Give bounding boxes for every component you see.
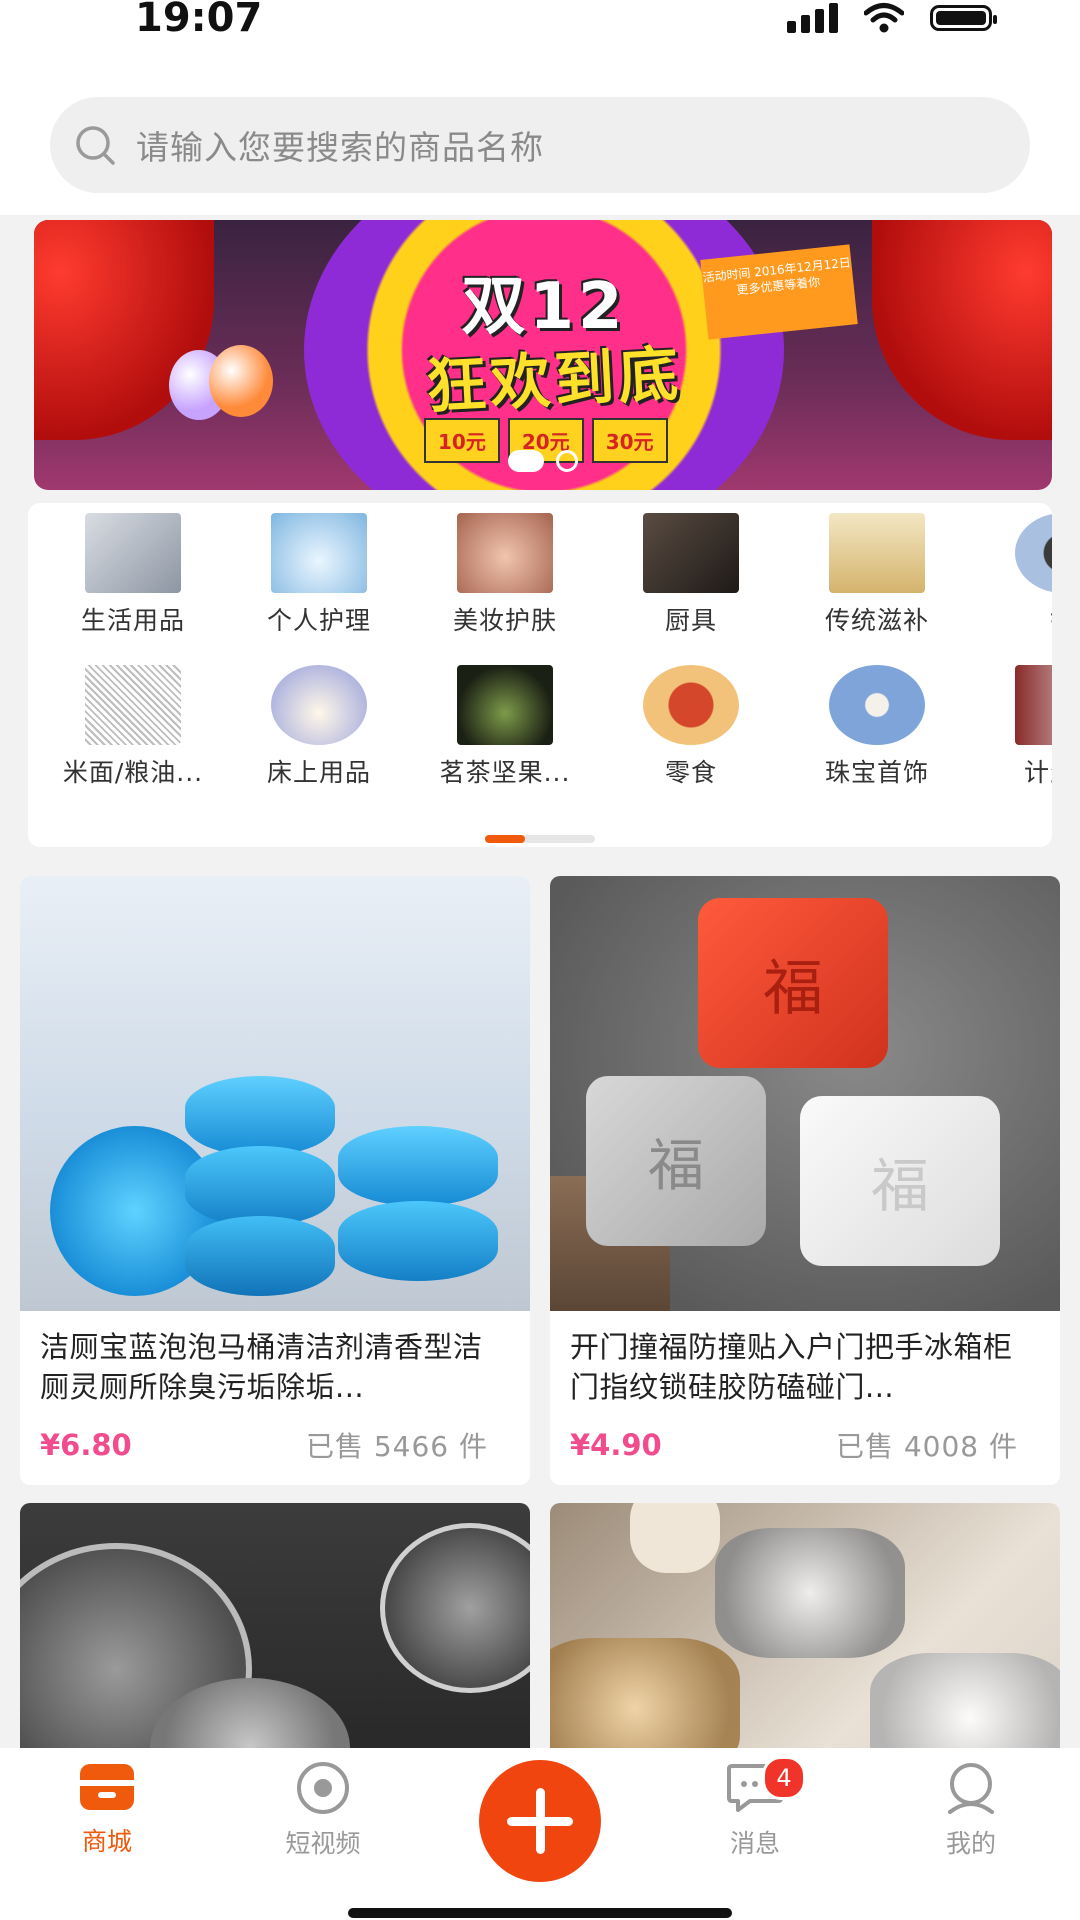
category-label: 珠宝首饰 bbox=[824, 758, 929, 787]
status-time: 19:07 bbox=[135, 0, 263, 41]
product-price: ¥4.90 bbox=[570, 1428, 662, 1462]
kitchenware-photo bbox=[643, 513, 739, 593]
video-icon bbox=[297, 1762, 349, 1814]
category-scroll-thumb bbox=[485, 835, 525, 843]
category-label: 传统滋补 bbox=[824, 606, 929, 635]
profile-icon bbox=[948, 1763, 994, 1814]
category-item[interactable]: 米面/粮油... bbox=[48, 665, 218, 789]
banner-curtain-right bbox=[872, 220, 1052, 440]
category-item[interactable]: 生活用品 bbox=[48, 513, 218, 637]
category-scroll-indicator bbox=[485, 835, 595, 843]
category-label: 计生用 bbox=[1023, 758, 1052, 787]
household-photo bbox=[85, 513, 181, 593]
message-badge: 4 bbox=[762, 1756, 806, 1800]
snack-photo bbox=[643, 665, 739, 745]
category-item[interactable]: 钟 bbox=[978, 513, 1052, 637]
product-card[interactable] bbox=[550, 1503, 1060, 1763]
shop-icon bbox=[80, 1764, 134, 1810]
product-footer: ¥4.90 已售 4008 件 bbox=[550, 1407, 1060, 1467]
tab-shop[interactable]: 商城 bbox=[42, 1762, 172, 1858]
status-icons bbox=[787, 2, 997, 34]
sketch-photo bbox=[85, 665, 181, 745]
category-label: 个人护理 bbox=[266, 606, 371, 635]
balloon-graphic bbox=[209, 345, 273, 417]
product-title: 洁厕宝蓝泡泡马桶清洁剂清香型洁厕灵厕所除臭污垢除垢... bbox=[40, 1330, 483, 1404]
category-label: 钟 bbox=[978, 601, 1052, 637]
category-item[interactable]: 传统滋补 bbox=[792, 513, 962, 637]
category-label: 厨具 bbox=[664, 606, 717, 635]
glass-knob-cover-photo bbox=[20, 1503, 530, 1763]
blue-toilet-cleaner-photo bbox=[20, 876, 530, 1311]
home-indicator[interactable] bbox=[348, 1908, 732, 1918]
product-card[interactable]: 洁厕宝蓝泡泡马桶清洁剂清香型洁厕灵厕所除臭污垢除垢... ¥6.80 已售 54… bbox=[20, 876, 530, 1485]
pagination-dot-active[interactable] bbox=[508, 450, 544, 472]
fu-door-stopper-photo: 福 福 福 bbox=[550, 876, 1060, 1311]
tab-label: 消息 bbox=[729, 1829, 780, 1858]
category-label: 零食 bbox=[664, 758, 717, 787]
category-item[interactable]: 个人护理 bbox=[234, 513, 404, 637]
tab-video[interactable]: 短视频 bbox=[258, 1762, 388, 1860]
category-item[interactable]: 厨具 bbox=[606, 513, 776, 637]
tea-photo bbox=[457, 665, 553, 745]
tab-label: 我的 bbox=[945, 1829, 996, 1858]
woman-face-photo bbox=[457, 513, 553, 593]
tab-messages[interactable]: 4 消息 bbox=[690, 1756, 820, 1860]
product-photo bbox=[1015, 665, 1052, 745]
product-sold-count: 已售 4008 件 bbox=[835, 1430, 1018, 1463]
water-drop-photo bbox=[271, 513, 367, 593]
category-label: 床上用品 bbox=[266, 758, 371, 787]
glass-ashtray-photo bbox=[550, 1503, 1060, 1763]
category-grid: 生活用品 个人护理 美妆护肤 厨具 传统滋补 钟 米面/粮油... 床上用品 茗… bbox=[28, 503, 1052, 847]
tab-label: 短视频 bbox=[285, 1829, 361, 1858]
tab-profile[interactable]: 我的 bbox=[906, 1762, 1036, 1860]
category-label: 茗茶坚果... bbox=[439, 758, 571, 787]
category-label: 美妆护肤 bbox=[452, 606, 557, 635]
tonic-jars-photo bbox=[829, 513, 925, 593]
search-bar[interactable]: 请输入您要搜索的商品名称 bbox=[50, 97, 1030, 193]
banner-date-tag: 活动时间 2016年12月12日 更多优惠等着你 bbox=[700, 244, 858, 340]
category-item[interactable]: 床上用品 bbox=[234, 665, 404, 789]
promo-banner[interactable]: 双12 狂欢到底 活动时间 2016年12月12日 更多优惠等着你 10元 20… bbox=[34, 220, 1052, 490]
category-item[interactable]: 美妆护肤 bbox=[420, 513, 590, 637]
product-sold-count: 已售 5466 件 bbox=[305, 1430, 488, 1463]
wifi-icon bbox=[864, 3, 904, 33]
category-label: 米面/粮油... bbox=[62, 758, 204, 787]
bedding-photo bbox=[271, 665, 367, 745]
banner-pagination bbox=[34, 450, 1052, 472]
search-icon bbox=[76, 126, 115, 165]
top-header: 19:07 请输入您要搜索的商品名称 bbox=[0, 0, 1080, 215]
pagination-dot[interactable] bbox=[556, 450, 578, 472]
battery-icon bbox=[930, 5, 997, 31]
publish-plus-button[interactable] bbox=[479, 1760, 601, 1882]
category-item[interactable]: 珠宝首饰 bbox=[792, 665, 962, 789]
bottom-tab-bar: 商城 短视频 4 消息 我的 bbox=[0, 1748, 1080, 1920]
category-item[interactable]: 茗茶坚果... bbox=[420, 665, 590, 789]
product-footer: ¥6.80 已售 5466 件 bbox=[20, 1407, 530, 1467]
category-item[interactable]: 计生用 bbox=[978, 665, 1052, 789]
cellular-signal-icon bbox=[787, 3, 838, 33]
category-item[interactable]: 零食 bbox=[606, 665, 776, 789]
product-card[interactable]: 福 福 福 开门撞福防撞贴入户门把手冰箱柜门指纹锁硅胶防磕碰门... ¥4.90… bbox=[550, 876, 1060, 1485]
watch-photo bbox=[1015, 513, 1052, 593]
necklace-photo bbox=[829, 665, 925, 745]
product-price: ¥6.80 bbox=[40, 1428, 132, 1462]
tab-label: 商城 bbox=[81, 1827, 132, 1856]
product-card[interactable] bbox=[20, 1503, 530, 1763]
search-input[interactable]: 请输入您要搜索的商品名称 bbox=[136, 121, 544, 169]
category-label: 生活用品 bbox=[80, 606, 185, 635]
product-title: 开门撞福防撞贴入户门把手冰箱柜门指纹锁硅胶防磕碰门... bbox=[570, 1330, 1013, 1404]
